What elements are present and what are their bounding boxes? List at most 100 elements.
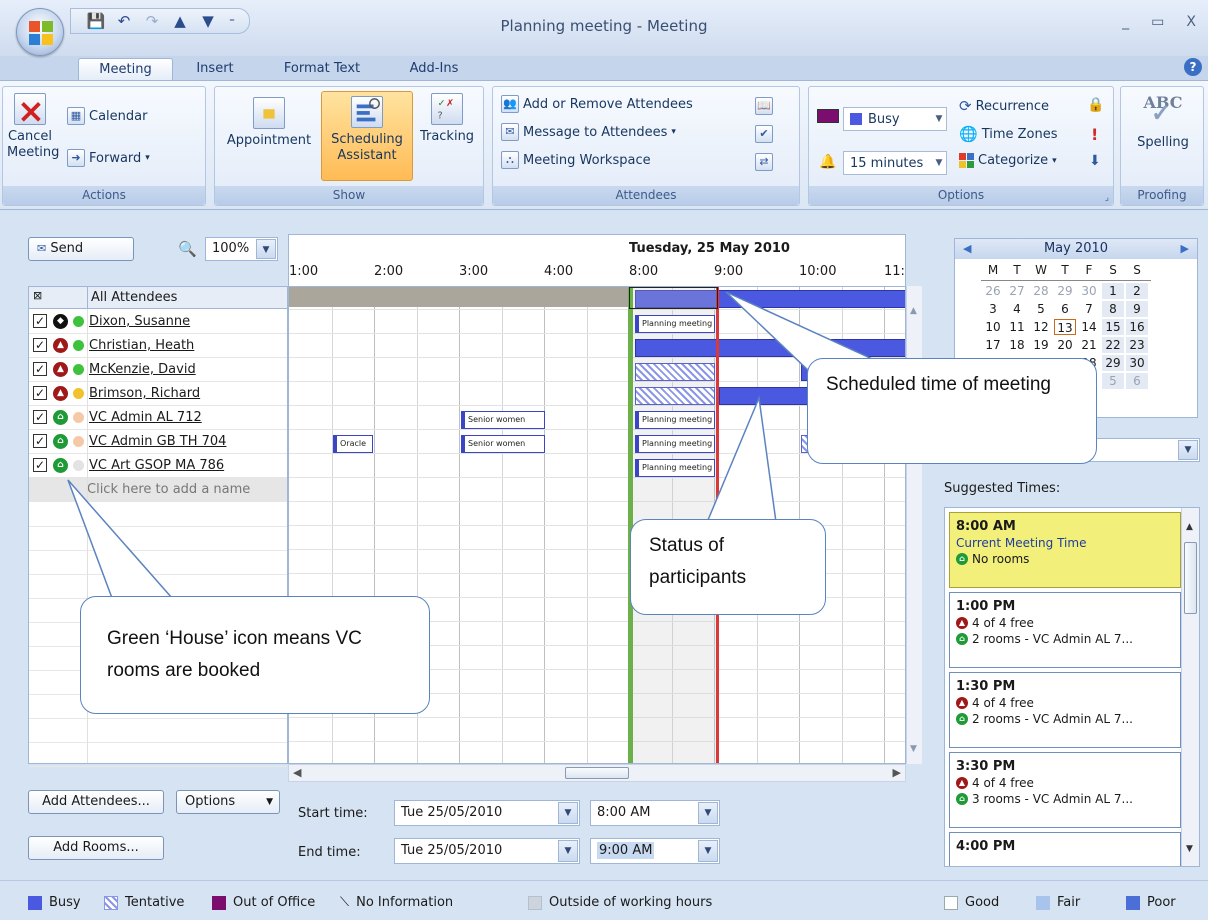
- calendar-day[interactable]: 9: [1126, 301, 1148, 317]
- zoom-select[interactable]: 100% ▼: [205, 237, 278, 261]
- calendar-day[interactable]: 23: [1126, 337, 1148, 353]
- calendar-day[interactable]: 26: [982, 283, 1004, 299]
- tab-meeting[interactable]: Meeting: [78, 58, 173, 80]
- help-icon[interactable]: ?: [1184, 58, 1202, 76]
- send-button[interactable]: ✉ Send: [28, 237, 134, 261]
- attendee-checkbox[interactable]: ✓: [33, 314, 47, 328]
- select-all-icon[interactable]: ⊠: [33, 289, 42, 302]
- calendar-day[interactable]: 14: [1078, 319, 1100, 335]
- scroll-up-icon[interactable]: ▲: [1186, 522, 1193, 532]
- dialog-launcher-icon[interactable]: ⌟: [1105, 193, 1109, 203]
- add-remove-attendees-button[interactable]: 👥 Add or Remove Attendees: [501, 95, 693, 113]
- calendar-day[interactable]: 16: [1126, 319, 1148, 335]
- attendee-role-required-icon[interactable]: ▲: [53, 386, 68, 401]
- close-button[interactable]: X: [1186, 14, 1196, 30]
- cancel-meeting-button[interactable]: Cancel Meeting: [7, 93, 59, 161]
- schedule-horizontal-scrollbar[interactable]: ◀ ▶: [288, 764, 906, 782]
- calendar-day[interactable]: 30: [1078, 283, 1100, 299]
- high-importance-icon[interactable]: !: [1091, 125, 1098, 144]
- calendar-day[interactable]: 5: [1030, 301, 1052, 317]
- attendee-row[interactable]: ✓ ▲ Brimson, Richard: [29, 382, 287, 406]
- calendar-day[interactable]: 13: [1054, 319, 1076, 335]
- attendee-role-required-icon[interactable]: ▲: [53, 338, 68, 353]
- categorize-button[interactable]: Categorize ▾: [959, 153, 1057, 168]
- tab-insert[interactable]: Insert: [185, 58, 245, 80]
- scheduling-assistant-button[interactable]: Scheduling Assistant: [321, 91, 413, 181]
- scroll-right-icon[interactable]: ▶: [893, 766, 901, 779]
- calendar-day[interactable]: 6: [1126, 373, 1148, 389]
- suggested-time-item[interactable]: 1:00 PM ▲ 4 of 4 free ⌂ 2 rooms - VC Admin A…: [949, 592, 1181, 668]
- calendar-day[interactable]: 7: [1078, 301, 1100, 317]
- calendar-day[interactable]: 18: [1006, 337, 1028, 353]
- suggested-time-item[interactable]: 3:30 PM ▲ 4 of 4 free ⌂ 3 rooms - VC Admin A…: [949, 752, 1181, 828]
- attendee-checkbox[interactable]: ✓: [33, 410, 47, 424]
- attendee-name[interactable]: Dixon, Susanne: [89, 314, 190, 329]
- calendar-day[interactable]: 27: [1006, 283, 1028, 299]
- calendar-day[interactable]: 1: [1102, 283, 1124, 299]
- attendee-name[interactable]: VC Admin AL 712: [89, 410, 202, 425]
- calendar-day[interactable]: 15: [1102, 319, 1124, 335]
- calendar-day[interactable]: 5: [1102, 373, 1124, 389]
- start-time-select[interactable]: 8:00 AM ▼: [590, 800, 720, 826]
- attendee-role-required-icon[interactable]: ▲: [53, 362, 68, 377]
- options-button[interactable]: Options ▼: [176, 790, 280, 814]
- calendar-day[interactable]: 28: [1030, 283, 1052, 299]
- scroll-thumb[interactable]: [1184, 542, 1197, 614]
- calendar-day[interactable]: 17: [982, 337, 1004, 353]
- meeting-workspace-button[interactable]: ⛬ Meeting Workspace: [501, 151, 651, 169]
- calendar-day[interactable]: 11: [1006, 319, 1028, 335]
- calendar-day[interactable]: 2: [1126, 283, 1148, 299]
- attendee-checkbox[interactable]: ✓: [33, 458, 47, 472]
- appointment-button[interactable]: Appointment: [221, 97, 317, 149]
- next-month-icon[interactable]: ▶: [1181, 239, 1189, 259]
- calendar-day[interactable]: 20: [1054, 337, 1076, 353]
- attendee-checkbox[interactable]: ✓: [33, 386, 47, 400]
- reminder-select[interactable]: 15 minutes ▼: [843, 151, 947, 175]
- end-time-select[interactable]: 9:00 AM ▼: [590, 838, 720, 864]
- calendar-button[interactable]: ▦ Calendar: [67, 107, 147, 125]
- calendar-day[interactable]: 19: [1030, 337, 1052, 353]
- suggested-times-scrollbar[interactable]: ▲ ▼: [1181, 508, 1199, 866]
- calendar-day[interactable]: 8: [1102, 301, 1124, 317]
- response-options-icon[interactable]: ⇄: [755, 153, 773, 171]
- attendee-row[interactable]: ✓ ▲ McKenzie, David: [29, 358, 287, 382]
- message-to-attendees-button[interactable]: ✉ Message to Attendees ▾: [501, 123, 676, 141]
- attendee-row[interactable]: ✓ ▲ Christian, Heath: [29, 334, 287, 358]
- attendee-row[interactable]: ✓ ⌂ VC Art GSOP MA 786: [29, 454, 287, 478]
- calendar-day[interactable]: 29: [1054, 283, 1076, 299]
- attendee-row[interactable]: ✓ ⌂ VC Admin AL 712: [29, 406, 287, 430]
- suggested-time-item[interactable]: 1:30 PM ▲ 4 of 4 free ⌂ 2 rooms - VC Admin A…: [949, 672, 1181, 748]
- maximize-button[interactable]: ▭: [1151, 14, 1164, 30]
- attendee-row[interactable]: ✓ ⌂ VC Admin GB TH 704: [29, 430, 287, 454]
- recurrence-button[interactable]: ⟳ Recurrence: [959, 97, 1049, 115]
- lock-icon[interactable]: 🔒: [1087, 97, 1104, 113]
- attendee-checkbox[interactable]: ✓: [33, 362, 47, 376]
- calendar-day[interactable]: 4: [1006, 301, 1028, 317]
- attendee-role-house-icon[interactable]: ⌂: [53, 434, 68, 449]
- previous-month-icon[interactable]: ◀: [963, 239, 971, 259]
- attendee-role-organizer-icon[interactable]: ◆: [53, 314, 68, 329]
- check-names-icon[interactable]: ✔: [755, 125, 773, 143]
- add-attendees-button[interactable]: Add Attendees...: [28, 790, 164, 814]
- start-date-select[interactable]: Tue 25/05/2010 ▼: [394, 800, 580, 826]
- attendee-checkbox[interactable]: ✓: [33, 338, 47, 352]
- calendar-day[interactable]: 12: [1030, 319, 1052, 335]
- calendar-day[interactable]: 6: [1054, 301, 1076, 317]
- suggested-time-item[interactable]: 8:00 AM Current Meeting Time ⌂ No rooms: [949, 512, 1181, 588]
- show-as-select[interactable]: Busy ▼: [843, 107, 947, 131]
- forward-button[interactable]: ➜ Forward ▾: [67, 149, 150, 167]
- address-book-icon[interactable]: 📖: [755, 97, 773, 115]
- low-importance-icon[interactable]: ⬇: [1089, 153, 1101, 169]
- attendee-name[interactable]: Brimson, Richard: [89, 386, 200, 401]
- attendee-name[interactable]: Christian, Heath: [89, 338, 194, 353]
- calendar-day[interactable]: 30: [1126, 355, 1148, 371]
- attendee-name[interactable]: VC Admin GB TH 704: [89, 434, 226, 449]
- attendee-name[interactable]: VC Art GSOP MA 786: [89, 458, 224, 473]
- scroll-thumb[interactable]: [565, 767, 629, 779]
- suggested-time-item[interactable]: 4:00 PM: [949, 832, 1181, 866]
- add-attendee-row[interactable]: Click here to add a name: [29, 478, 287, 502]
- add-name-placeholder[interactable]: Click here to add a name: [87, 482, 250, 497]
- attendee-row[interactable]: ✓ ◆ Dixon, Susanne: [29, 310, 287, 334]
- attendee-checkbox[interactable]: ✓: [33, 434, 47, 448]
- office-button[interactable]: [16, 8, 64, 56]
